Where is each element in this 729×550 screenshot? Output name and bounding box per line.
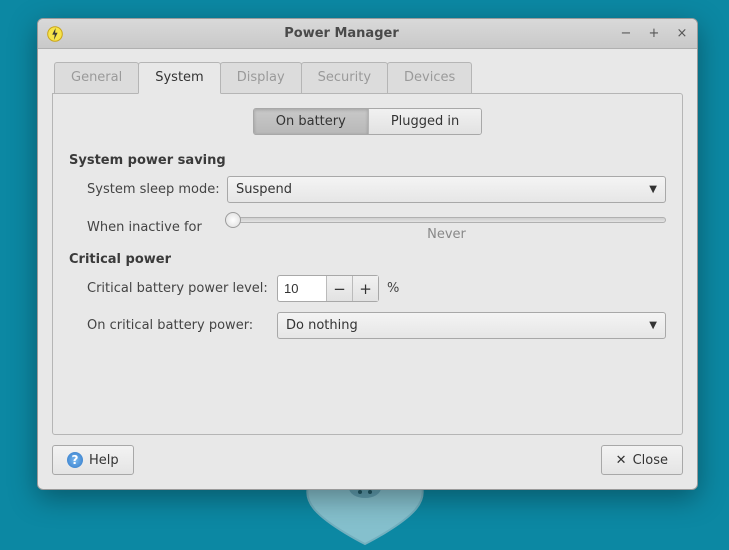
- section-critical-power: Critical power: [69, 252, 666, 267]
- section-system-power-saving: System power saving: [69, 153, 666, 168]
- inactive-slider[interactable]: [227, 217, 666, 223]
- sleep-mode-label: System sleep mode:: [87, 182, 227, 197]
- power-source-toggle: On battery Plugged in: [253, 108, 483, 135]
- critical-action-value: Do nothing: [286, 318, 649, 333]
- spin-increment-button[interactable]: +: [352, 276, 378, 301]
- tab-security[interactable]: Security: [301, 62, 388, 94]
- chevron-down-icon: ▼: [649, 320, 657, 331]
- percent-unit: %: [387, 281, 399, 296]
- critical-level-input[interactable]: [278, 276, 326, 301]
- toggle-on-battery[interactable]: On battery: [254, 109, 368, 134]
- tab-system[interactable]: System: [138, 62, 220, 94]
- sleep-mode-dropdown[interactable]: Suspend ▼: [227, 176, 666, 203]
- close-window-icon[interactable]: ×: [675, 26, 689, 41]
- critical-level-spinbox[interactable]: − +: [277, 275, 379, 302]
- toggle-plugged-in[interactable]: Plugged in: [368, 109, 481, 134]
- help-button[interactable]: ? Help: [52, 445, 134, 475]
- critical-level-label: Critical battery power level:: [87, 281, 277, 296]
- sleep-mode-value: Suspend: [236, 182, 649, 197]
- titlebar: Power Manager − + ×: [38, 19, 697, 49]
- maximize-icon[interactable]: +: [647, 26, 661, 41]
- tab-general[interactable]: General: [54, 62, 139, 94]
- critical-action-label: On critical battery power:: [87, 318, 277, 333]
- minimize-icon[interactable]: −: [619, 26, 633, 41]
- power-icon: [46, 25, 64, 43]
- system-panel: On battery Plugged in System power savin…: [52, 93, 683, 435]
- tab-devices[interactable]: Devices: [387, 62, 472, 94]
- power-manager-window: Power Manager − + × General System Displ…: [37, 18, 698, 490]
- help-icon: ?: [67, 452, 83, 468]
- footer: ? Help ✕ Close: [38, 435, 697, 489]
- critical-action-dropdown[interactable]: Do nothing ▼: [277, 312, 666, 339]
- close-button[interactable]: ✕ Close: [601, 445, 683, 475]
- inactive-value: Never: [227, 227, 666, 242]
- help-label: Help: [89, 453, 119, 468]
- window-controls: − + ×: [619, 26, 689, 41]
- tab-display[interactable]: Display: [220, 62, 302, 94]
- close-icon: ✕: [616, 453, 627, 468]
- spin-decrement-button[interactable]: −: [326, 276, 352, 301]
- tabstrip: General System Display Security Devices: [54, 61, 683, 93]
- chevron-down-icon: ▼: [649, 184, 657, 195]
- slider-thumb[interactable]: [225, 212, 241, 228]
- close-label: Close: [633, 453, 668, 468]
- inactive-label: When inactive for: [87, 220, 227, 235]
- window-title: Power Manager: [64, 26, 619, 41]
